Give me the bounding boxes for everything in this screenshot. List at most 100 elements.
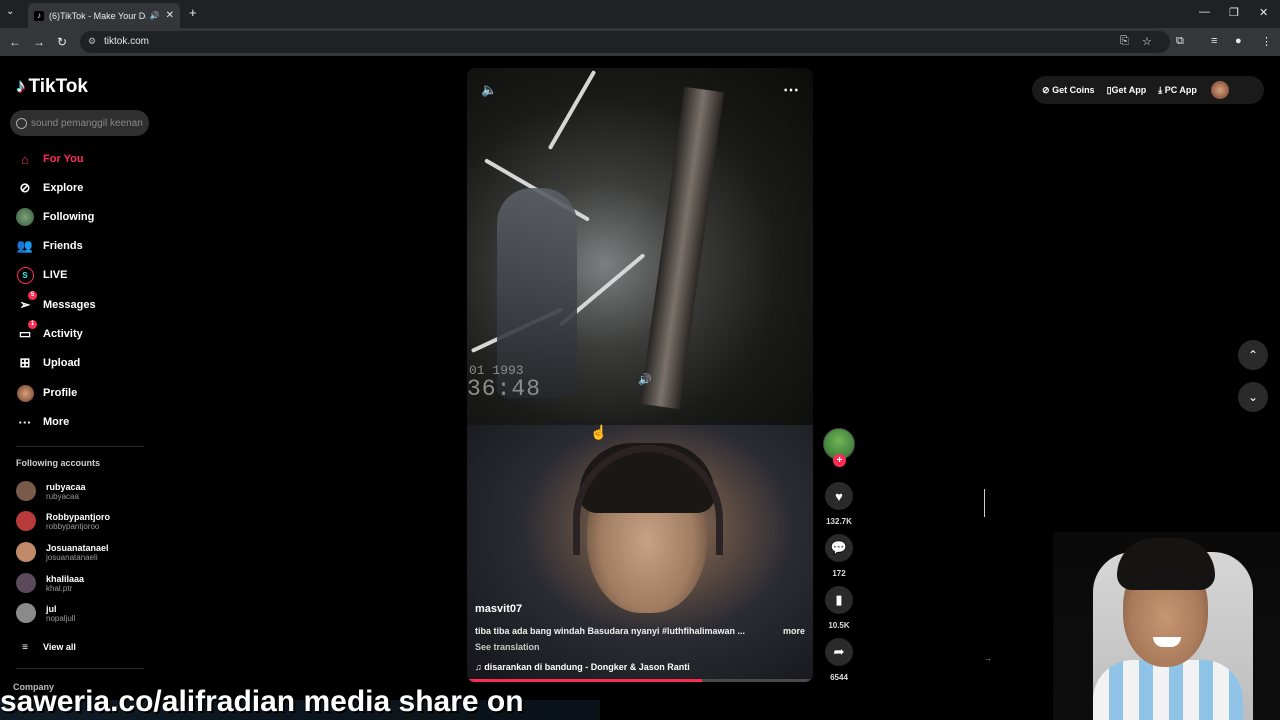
search-placeholder: sound pemanggil keenan: [31, 117, 143, 129]
tiktok-logo[interactable]: ♪ TikTok: [16, 76, 88, 98]
donation-ticker: saweria.co/alifradian media share on: [0, 685, 524, 718]
webcam-overlay: [1053, 532, 1280, 720]
browser-toolbar: ← → ↻ tiktok.com ⚙ ⎘ ☆ ⧉ ≡ ● ⋮: [0, 28, 1280, 56]
messages-badge: 5: [28, 291, 37, 300]
comment-icon: 💬: [830, 540, 848, 555]
progress-fill: [467, 679, 703, 682]
striped-shirt: [1093, 660, 1243, 720]
nav-explore[interactable]: ⊘ Explore: [16, 179, 84, 197]
top-right-actions: ⊘ Get Coins ▯Get App ⤓ PC App: [1032, 76, 1264, 104]
following-account[interactable]: khalilaaa khal.ptr: [16, 573, 84, 593]
account-name: Robbypantjoro: [46, 511, 110, 522]
nav-label: Following: [43, 211, 95, 223]
scroll-up-button[interactable]: ⌃: [1238, 340, 1268, 370]
video-player[interactable]: 01 1993 36:48 🔊 🔈 ⋯ masvit07 tiba tiba a…: [467, 68, 813, 682]
music-link[interactable]: ♫ disarankan di bandung - Dongker & Jaso…: [475, 662, 805, 672]
tab-audio-icon[interactable]: 🔊: [150, 11, 160, 20]
extensions-icon[interactable]: ⧉: [1176, 35, 1184, 48]
upload-icon: ⊞: [19, 355, 31, 370]
messages-icon: ➢ 5: [16, 291, 37, 314]
chevron-down-icon: ⌄: [1247, 390, 1259, 404]
share-button[interactable]: ➦: [825, 638, 853, 666]
pc-app-button[interactable]: ⤓ PC App: [1158, 85, 1197, 96]
nav-label: Profile: [43, 387, 78, 399]
divider: [16, 668, 144, 669]
music-title: disarankan di bandung - Dongker & Jason …: [484, 662, 690, 672]
user-avatar[interactable]: [1210, 81, 1229, 99]
search-icon: [16, 117, 27, 129]
tab-close-icon[interactable]: ✕: [166, 10, 174, 21]
video-progress-bar[interactable]: [467, 679, 813, 682]
nav-activity[interactable]: ▭ 1 Activity: [16, 320, 83, 343]
get-coins-button[interactable]: ⊘ Get Coins: [1042, 85, 1095, 96]
get-app-label: Get App: [1111, 84, 1147, 95]
following-avatar-icon: [16, 208, 34, 226]
restore-button[interactable]: ❐: [1229, 6, 1239, 19]
volume-icon[interactable]: 🔈: [481, 82, 497, 98]
address-bar[interactable]: tiktok.com: [80, 31, 1170, 53]
tree-trunk: [639, 86, 725, 410]
more-options-icon[interactable]: ⋯: [783, 80, 799, 100]
home-icon: ⌂: [21, 151, 29, 167]
account-username: josuanatanaeli: [46, 552, 98, 562]
nav-friends[interactable]: 👥 Friends: [16, 237, 83, 255]
music-note-icon: ♫: [475, 662, 482, 672]
account-username: rubyacaa: [46, 491, 79, 501]
video-username[interactable]: masvit07: [475, 603, 805, 615]
scroll-down-button[interactable]: ⌄: [1238, 382, 1268, 412]
nav-for-you[interactable]: ⌂ For You: [16, 150, 84, 168]
window-close-button[interactable]: ✕: [1259, 6, 1268, 19]
menu-kebab-icon[interactable]: ⋮: [1261, 35, 1272, 48]
nav-following[interactable]: Following: [16, 208, 94, 226]
webcam-hair: [1117, 538, 1215, 590]
nav-label: More: [43, 416, 70, 428]
pc-app-label: PC App: [1164, 84, 1197, 95]
following-account[interactable]: Robbypantjoro robbypantjoroo: [16, 511, 110, 531]
tiktok-favicon-icon: ♪: [34, 10, 44, 21]
mouse-cursor-icon: ☝: [590, 424, 608, 440]
list-icon: ≡: [22, 641, 28, 653]
see-translation-link[interactable]: See translation: [475, 642, 805, 652]
following-account[interactable]: rubyacaa rubyacaa: [16, 481, 86, 501]
activity-badge: 1: [28, 320, 37, 329]
nav-label: Upload: [43, 357, 81, 369]
avatar: [16, 573, 36, 593]
site-info-icon[interactable]: ⚙: [88, 36, 96, 47]
comment-button[interactable]: 💬: [825, 534, 853, 562]
view-all-link[interactable]: ≡ View all: [16, 638, 76, 656]
back-button[interactable]: ←: [9, 35, 21, 49]
activity-icon: ▭ 1: [16, 320, 37, 343]
friends-icon: 👥: [16, 238, 34, 253]
minimize-button[interactable]: —: [1199, 6, 1210, 18]
profile-avatar-icon: [16, 384, 34, 402]
search-input[interactable]: sound pemanggil keenan: [10, 110, 149, 136]
follow-plus-icon[interactable]: +: [833, 454, 846, 467]
more-link[interactable]: more: [783, 626, 805, 636]
nav-label: For You: [43, 153, 84, 165]
nav-messages[interactable]: ➢ 5 Messages: [16, 291, 96, 314]
nav-label: Activity: [43, 328, 83, 340]
new-tab-button[interactable]: +: [189, 5, 197, 20]
nav-label: Explore: [43, 182, 84, 194]
account-name: Josuanatanael: [46, 542, 109, 553]
bookmark-star-icon[interactable]: ☆: [1142, 35, 1152, 48]
install-app-icon[interactable]: ⎘: [1120, 35, 1129, 48]
get-app-button[interactable]: ▯Get App: [1107, 85, 1147, 96]
following-account[interactable]: Josuanatanael josuanatanaeli: [16, 542, 109, 562]
nav-more[interactable]: ··· More: [16, 413, 70, 431]
following-account[interactable]: jul nopaljull: [16, 603, 75, 623]
like-button[interactable]: ♥: [825, 482, 853, 510]
divider: [16, 446, 144, 447]
nav-live[interactable]: S LIVE: [16, 266, 67, 284]
reload-button[interactable]: ↻: [57, 35, 67, 49]
nav-profile[interactable]: Profile: [16, 384, 77, 402]
profile-icon[interactable]: ●: [1235, 35, 1242, 47]
bookmark-icon: ▮: [835, 592, 843, 607]
browser-tab[interactable]: ♪ (6)TikTok - Make Your Day 🔊 ✕: [28, 3, 180, 28]
forward-button[interactable]: →: [33, 35, 45, 49]
chevron-up-icon: ⌃: [1247, 348, 1259, 362]
save-button[interactable]: ▮: [825, 586, 853, 614]
tab-search-icon[interactable]: ⌄: [6, 6, 14, 17]
nav-upload[interactable]: ⊞ Upload: [16, 354, 81, 372]
media-controls-icon[interactable]: ≡: [1211, 35, 1217, 47]
